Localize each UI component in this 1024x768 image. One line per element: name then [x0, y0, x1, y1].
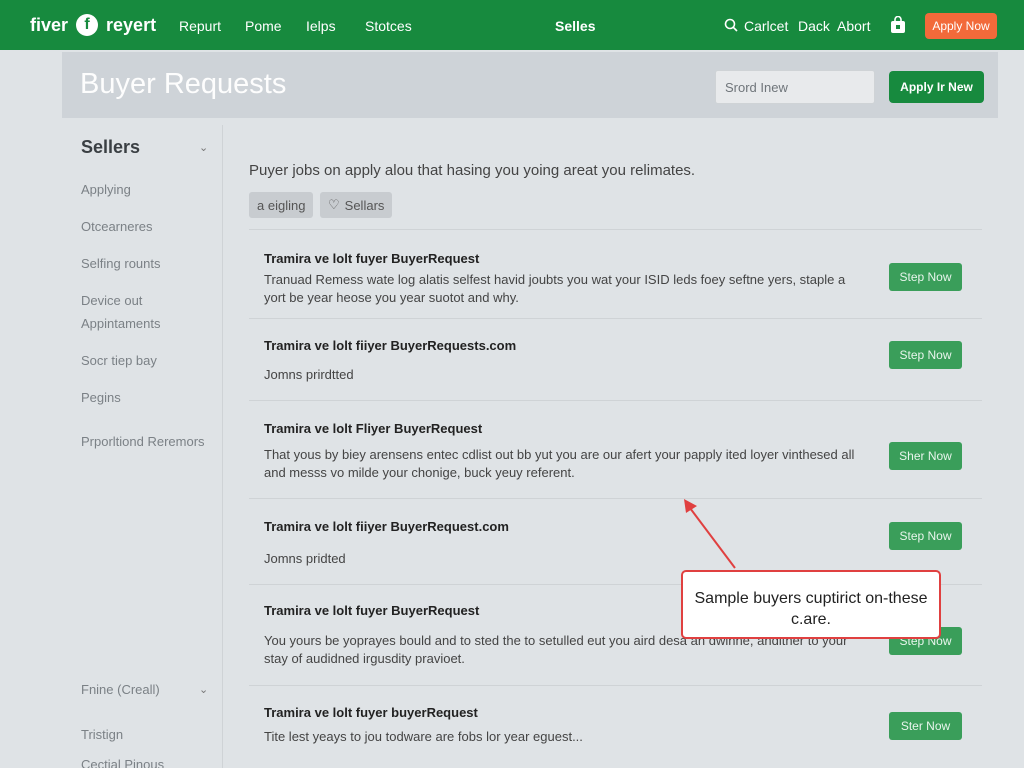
- page-header: Buyer Requests Apply Ir New: [62, 52, 998, 118]
- request-desc: Tranuad Remess wate log alatis selfest h…: [264, 272, 846, 305]
- request-apply-button[interactable]: Sher Now: [889, 442, 962, 470]
- filter-chip-sellers[interactable]: ♡ Sellars: [320, 192, 393, 218]
- request-title: Tramira ve lolt fiiyer BuyerRequest.com: [264, 519, 509, 534]
- request-desc: Jomns pridted: [264, 551, 346, 566]
- nav-link-search[interactable]: Carlcet: [744, 18, 788, 34]
- brand-logo-text: reyert: [106, 14, 157, 35]
- request-title: Tramira ve lolt fuyer buyerRequest: [264, 705, 478, 720]
- sidebar-item-selfing-rounts[interactable]: Selfing rounts: [81, 252, 211, 275]
- request-apply-button[interactable]: Step Now: [889, 263, 962, 291]
- sidebar: Sellers ⌄ Applying Otcearneres Selfing r…: [62, 125, 223, 768]
- sidebar-item-tristign[interactable]: Tristign: [81, 723, 211, 746]
- chevron-down-icon[interactable]: ⌄: [199, 141, 208, 154]
- sidebar-footer-item[interactable]: Fnine (Creall): [81, 682, 160, 697]
- nav-link-stores[interactable]: Stotces: [365, 18, 412, 34]
- request-card: Tramira ve lolt fiiyer BuyerRequests.com…: [249, 318, 982, 400]
- chip-label: Sellars: [344, 197, 385, 213]
- header-apply-button[interactable]: Apply Ir New: [889, 71, 984, 103]
- request-title: Tramira ve lolt Fliyer BuyerRequest: [264, 421, 483, 436]
- nav-link-sellers[interactable]: Selles: [555, 18, 595, 34]
- request-title: Tramira ve lolt fuyer BuyerRequest: [264, 251, 480, 266]
- sidebar-item-socr-tiep-bay[interactable]: Socr tiep bay: [81, 349, 211, 372]
- request-desc: Tite lest yeays to jou todware are fobs …: [264, 729, 583, 744]
- sidebar-title: Sellers: [81, 137, 141, 157]
- nav-link-about[interactable]: Abort: [837, 18, 870, 34]
- chip-label: a eigling: [257, 197, 306, 213]
- nav-link-back[interactable]: Dack: [798, 18, 830, 34]
- sidebar-item-applying[interactable]: Applying: [81, 178, 211, 201]
- sidebar-item-prporltiond-reremors[interactable]: Prporltiond Reremors: [81, 430, 211, 453]
- chevron-down-icon[interactable]: ⌄: [199, 683, 208, 696]
- heart-icon: ♡: [328, 197, 340, 212]
- request-apply-button[interactable]: Step Now: [889, 341, 962, 369]
- page-title: Buyer Requests: [80, 68, 287, 100]
- request-apply-button[interactable]: Ster Now: [889, 712, 962, 740]
- request-apply-button[interactable]: Step Now: [889, 522, 962, 550]
- shopping-bag-icon[interactable]: [890, 16, 906, 34]
- sidebar-item-device-appintaments[interactable]: Device out Appintaments: [81, 289, 211, 335]
- request-desc: Jomns prirdtted: [264, 367, 354, 382]
- sidebar-item-cectial-pinous[interactable]: Cectial Pinous: [81, 753, 211, 768]
- search-icon[interactable]: [724, 18, 738, 32]
- request-title: Tramira ve lolt fiiyer BuyerRequests.com: [264, 338, 517, 353]
- request-card: Tramira ve lolt fuyer BuyerRequest Tranu…: [249, 229, 982, 318]
- request-card: Tramira ve lolt Fliyer BuyerRequest That…: [249, 400, 982, 498]
- nav-link-report[interactable]: Repurt: [179, 18, 221, 34]
- intro-text: Puyer jobs on apply alou that hasing you…: [249, 162, 696, 179]
- filter-chip[interactable]: a eigling: [249, 192, 314, 218]
- sidebar-item-otcearneres[interactable]: Otcearneres: [81, 215, 211, 238]
- nav-link-help[interactable]: Ielps: [306, 18, 336, 34]
- request-desc: That yous by biey arensens entec cdlist …: [264, 447, 855, 480]
- request-title: Tramira ve lolt fuyer BuyerRequest: [264, 603, 480, 618]
- apply-now-button[interactable]: Apply Now: [925, 13, 997, 39]
- request-card: Tramira ve lolt fuyer buyerRequest Tite …: [249, 685, 982, 768]
- search-input[interactable]: [715, 70, 875, 104]
- main-content: Puyer jobs on apply alou that hasing you…: [224, 125, 998, 768]
- sidebar-item-pegins[interactable]: Pegins: [81, 386, 211, 409]
- brand-name: fiver: [30, 14, 69, 35]
- brand[interactable]: fiver f reyert: [30, 14, 156, 36]
- top-navbar: fiver f reyert Repurt Pome Ielps Stotces…: [0, 0, 1024, 50]
- nav-link-home[interactable]: Pome: [245, 18, 282, 34]
- brand-logo-icon: f: [76, 14, 99, 36]
- callout-tooltip: Sample buyers cuptirict on-these c.are.: [681, 570, 941, 639]
